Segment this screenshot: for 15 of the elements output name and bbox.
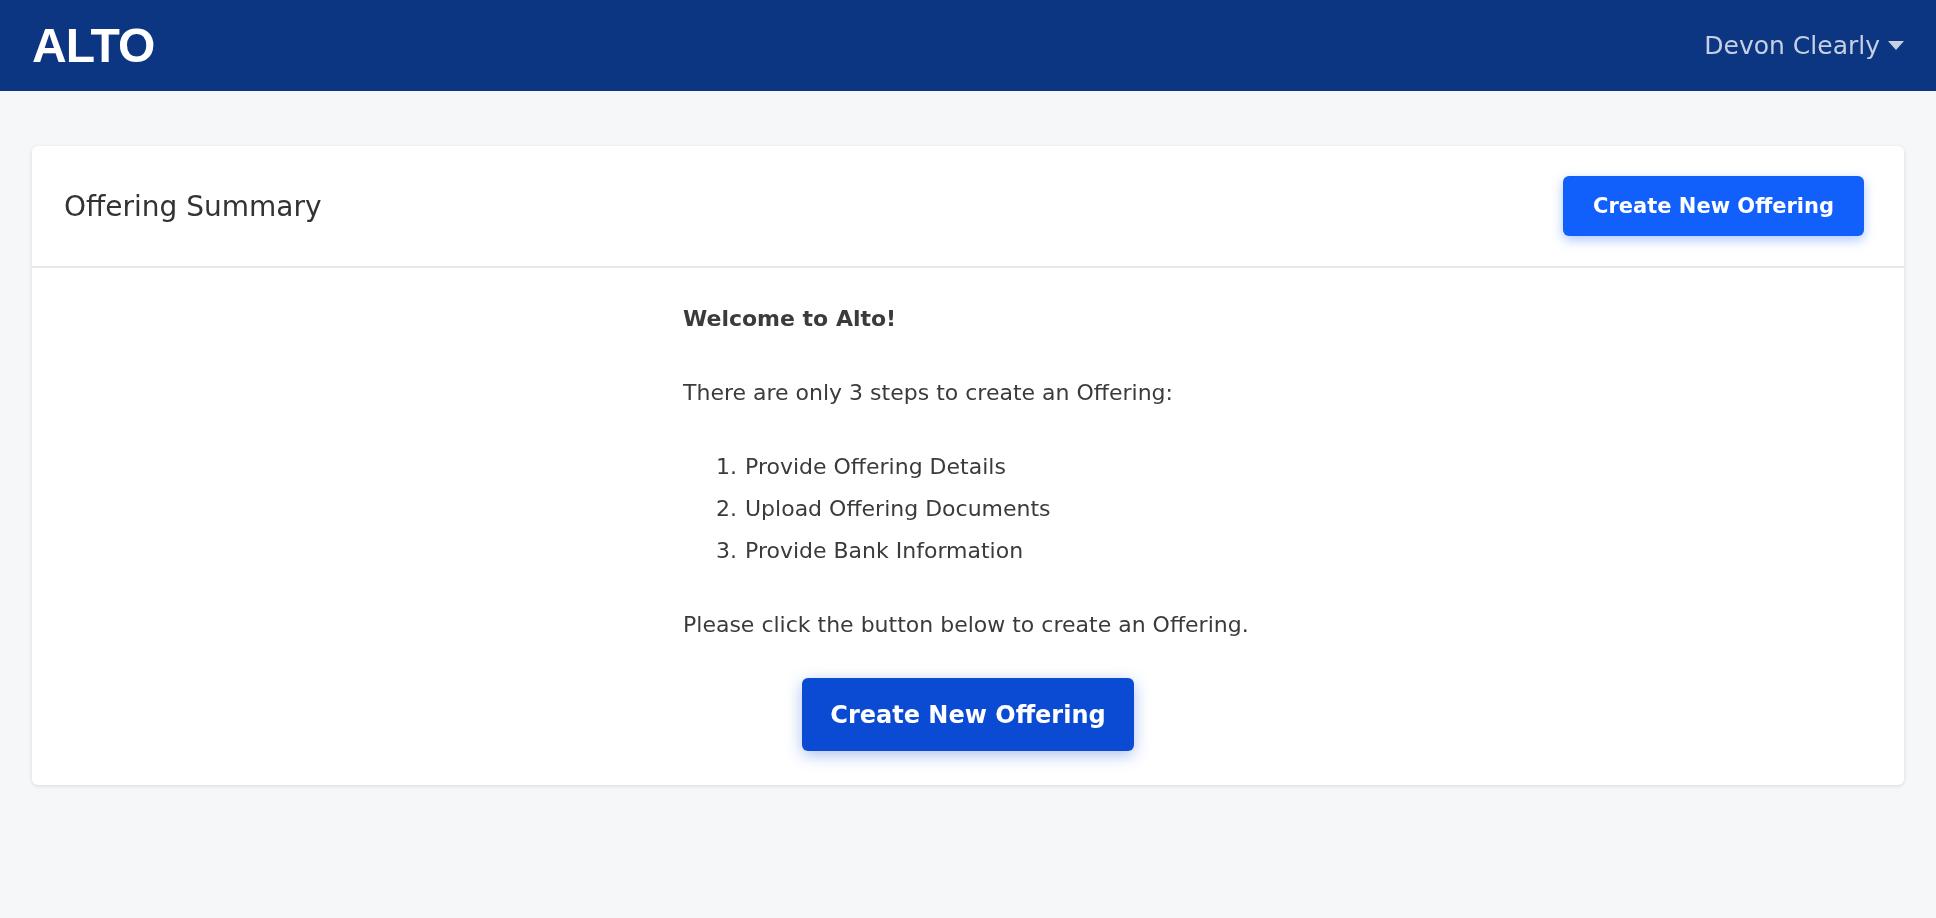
logo: ALTO <box>32 18 155 73</box>
step-number: 2. <box>715 495 737 523</box>
step-text: Provide Offering Details <box>745 453 1006 481</box>
create-offering-button[interactable]: Create New Offering <box>1563 176 1864 236</box>
intro-text: There are only 3 steps to create an Offering: <box>683 379 1174 407</box>
user-menu[interactable]: Devon Clearly <box>1704 31 1904 60</box>
step-text: Provide Bank Information <box>745 537 1024 565</box>
card-title: Offering Summary <box>64 189 322 223</box>
step-text: Upload Offering Documents <box>745 495 1051 523</box>
step-number: 3. <box>715 537 737 565</box>
create-offering-button[interactable]: Create New Offering <box>802 678 1134 751</box>
step-number: 1. <box>715 453 737 481</box>
caret-icon <box>1888 41 1904 50</box>
welcome-heading: Welcome to Alto! <box>683 305 898 333</box>
instruction-text: Please click the button below to create an Offering. <box>683 611 1250 639</box>
